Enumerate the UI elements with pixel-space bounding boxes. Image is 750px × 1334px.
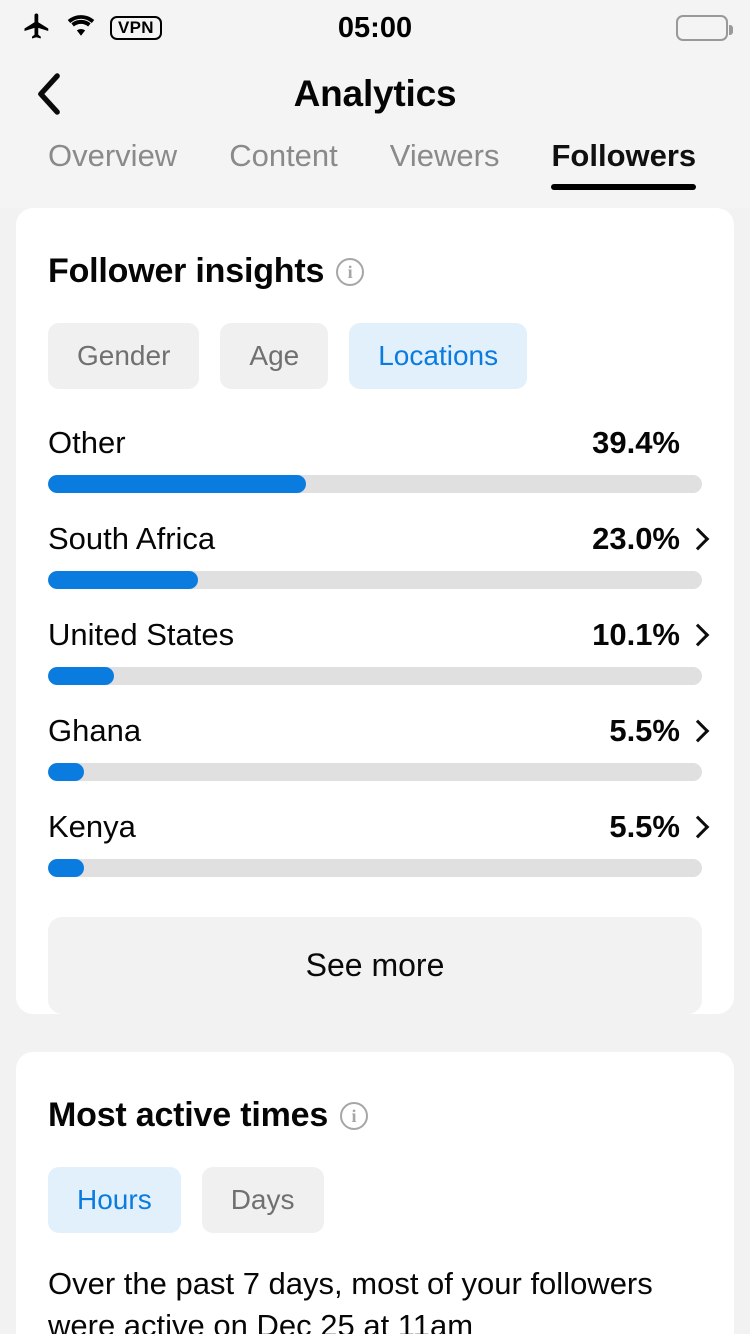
location-percent: 5.5% [609, 713, 680, 749]
location-value-group: 5.5% [609, 713, 702, 749]
info-icon[interactable]: i [340, 1101, 369, 1130]
tab-label: Content [229, 138, 338, 173]
battery-icon [676, 15, 733, 41]
location-row[interactable]: Kenya 5.5% [48, 799, 702, 878]
see-more-button[interactable]: See more [48, 917, 702, 1015]
location-name: Kenya [48, 809, 136, 845]
segment-gender[interactable]: Gender [48, 323, 200, 390]
most-active-times-segment-control[interactable]: Hours Days [16, 1135, 734, 1234]
segment-days[interactable]: Days [201, 1167, 324, 1234]
most-active-times-header: Most active times i [16, 1052, 734, 1135]
tab-label: Viewers [389, 138, 500, 173]
location-value-group: 10.1% [592, 617, 702, 653]
location-value-group: 5.5% [609, 809, 702, 845]
location-row[interactable]: Ghana 5.5% [48, 703, 702, 782]
vpn-badge: VPN [110, 16, 162, 40]
location-percent: 5.5% [609, 809, 680, 845]
location-bar-fill [48, 571, 199, 590]
location-bar-track [48, 475, 702, 494]
tab-content[interactable]: Content [229, 132, 338, 190]
location-bar-track [48, 571, 702, 590]
chevron-right-icon[interactable] [690, 720, 702, 742]
location-value-group: 23.0% [592, 521, 702, 557]
chevron-right-icon[interactable] [690, 816, 702, 838]
tab-active-underline [551, 184, 697, 190]
location-bar-fill [48, 859, 84, 878]
segment-hours[interactable]: Hours [48, 1167, 181, 1234]
chevron-right-icon[interactable] [690, 528, 702, 550]
analytics-scroll-area[interactable]: Follower insights i Gender Age Locations… [0, 208, 750, 1334]
location-name: Other [48, 425, 126, 461]
info-icon[interactable]: i [336, 257, 365, 286]
location-value-group: 39.4% [592, 425, 702, 461]
segment-age[interactable]: Age [220, 323, 329, 390]
tab-label: Followers [551, 138, 697, 173]
location-bar-track [48, 763, 702, 782]
tab-label: Overview [48, 138, 178, 173]
follower-insights-segment-control[interactable]: Gender Age Locations [16, 291, 734, 390]
most-active-times-description: Over the past 7 days, most of your follo… [48, 1266, 653, 1334]
location-name: South Africa [48, 521, 216, 557]
location-row-head: South Africa 23.0% [48, 511, 702, 571]
follower-insights-card: Follower insights i Gender Age Locations… [16, 208, 734, 1015]
location-row-head: Kenya 5.5% [48, 799, 702, 859]
tab-viewers[interactable]: Viewers [390, 132, 500, 190]
status-bar: VPN 05:00 [0, 0, 750, 56]
location-name: United States [48, 617, 235, 653]
most-active-times-card: Most active times i Hours Days Over the … [16, 1052, 734, 1334]
analytics-tab-bar[interactable]: Overview Content Viewers Followers LIVE [0, 132, 750, 208]
location-bar-track [48, 859, 702, 878]
location-percent: 23.0% [592, 521, 680, 557]
navigation-bar: Analytics [0, 56, 750, 132]
location-row-head: United States 10.1% [48, 607, 702, 667]
location-row: Other 39.4% [48, 415, 702, 494]
status-bar-left: VPN [22, 11, 162, 46]
airplane-icon [22, 11, 52, 46]
location-bar-track [48, 667, 702, 686]
location-bar-fill [48, 763, 84, 782]
location-name: Ghana [48, 713, 142, 749]
chevron-right-icon[interactable] [690, 624, 702, 646]
location-row[interactable]: United States 10.1% [48, 607, 702, 686]
status-bar-right [676, 15, 733, 41]
tab-followers[interactable]: Followers [551, 132, 697, 190]
location-row-head: Ghana 5.5% [48, 703, 702, 763]
wifi-icon [65, 13, 97, 44]
location-bar-fill [48, 475, 306, 494]
most-active-times-title: Most active times [48, 1096, 329, 1135]
segment-locations[interactable]: Locations [349, 323, 528, 390]
location-row-head: Other 39.4% [48, 415, 702, 475]
tab-overview[interactable]: Overview [48, 132, 177, 190]
locations-list: Other 39.4% South Africa 23.0% United St… [16, 389, 734, 878]
page-title: Analytics [293, 73, 457, 114]
location-percent: 10.1% [592, 617, 680, 653]
back-button[interactable] [26, 71, 72, 117]
location-bar-fill [48, 667, 115, 686]
location-row[interactable]: South Africa 23.0% [48, 511, 702, 590]
chevron-left-icon [38, 73, 60, 115]
phone-screen: VPN 05:00 Analytics Overview Content Vie… [0, 0, 750, 1334]
location-percent: 39.4% [592, 425, 680, 461]
follower-insights-title: Follower insights [48, 252, 325, 290]
follower-insights-header: Follower insights i [16, 208, 734, 291]
